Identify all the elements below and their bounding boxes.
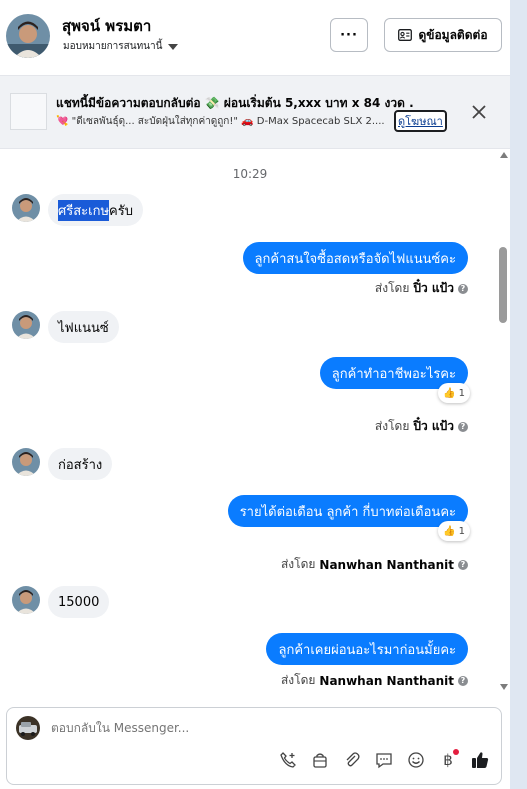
page-avatar (16, 716, 40, 740)
incoming-message[interactable]: ก่อสร้าง (48, 448, 113, 480)
message-thread: 10:29 ศรีสะเกษ ครับ ลูกค้าสนใจซื้อสดหรือจ… (0, 148, 510, 696)
side-strip (510, 0, 527, 789)
contact-name[interactable]: สุพจน์ พรมตา (62, 14, 151, 38)
message-text: รายได้ต่อเดือน ลูกค้า กี่บาทต่อเดือนคะ (239, 504, 456, 520)
baht-icon[interactable]: ฿ (437, 749, 459, 771)
outgoing-message[interactable]: รายได้ต่อเดือน ลูกค้า กี่บาทต่อเดือนคะ (227, 495, 468, 527)
reaction-badge[interactable]: 👍 1 (438, 383, 470, 403)
selected-text: ศรีสะเกษ (58, 199, 110, 221)
reply-input[interactable] (51, 721, 351, 735)
outgoing-message[interactable]: ลูกค้าสนใจซื้อสดหรือจัดไฟแนนซ์คะ (242, 242, 468, 274)
sent-by-prefix: ส่งโดย (280, 557, 316, 571)
message-text: ลูกค้าเคยผ่อนอะไรมาก่อนมั้ยคะ (278, 642, 456, 658)
sender-name: ปิ๋ว แป้ว (413, 419, 454, 433)
outgoing-message[interactable]: ลูกค้าเคยผ่อนอะไรมาก่อนมั้ยคะ (266, 633, 468, 665)
help-icon[interactable]: ? (458, 421, 468, 432)
scroll-up-arrow-icon[interactable] (500, 152, 508, 158)
notification-dot (453, 749, 459, 755)
message-text: ไฟแนนซ์ (58, 320, 109, 336)
contact-avatar[interactable] (6, 14, 50, 58)
sender-avatar[interactable] (12, 586, 40, 614)
sent-by-label: ส่งโดย Nanwhan Nanthanit ? (281, 671, 468, 690)
sent-by-label: ส่งโดย Nanwhan Nanthanit ? (281, 555, 468, 574)
view-ad-link[interactable]: ดูโฆษณา (394, 110, 447, 132)
paperclip-icon[interactable] (341, 749, 363, 771)
message-text: ลูกค้าสนใจซื้อสดหรือจัดไฟแนนซ์คะ (254, 251, 456, 267)
scroll-down-arrow-icon[interactable] (500, 684, 508, 690)
help-icon[interactable]: ? (458, 559, 468, 570)
scrollbar-thumb[interactable] (499, 247, 507, 323)
sent-by-label: ส่งโดย ปิ๋ว แป้ว ? (375, 279, 468, 298)
sender-avatar[interactable] (12, 448, 40, 476)
conversation-header: สุพจน์ พรมตา มอบหมายการสนทนานี้ ··· ดูข้… (0, 0, 510, 73)
incoming-message[interactable]: ไฟแนนซ์ (48, 311, 119, 343)
incoming-message[interactable]: ศรีสะเกษ ครับ (48, 194, 143, 226)
thumbs-up-emoji-icon: 👍 (443, 387, 456, 399)
reaction-count: 1 (458, 525, 465, 537)
sent-by-label: ส่งโดย ปิ๋ว แป้ว ? (375, 417, 468, 436)
phone-plus-icon[interactable] (277, 749, 299, 771)
timestamp: 10:29 (232, 167, 268, 181)
close-icon[interactable] (470, 103, 488, 121)
assign-label: มอบหมายการสนทนานี้ (63, 41, 163, 52)
sent-by-prefix: ส่งโดย (374, 281, 410, 295)
sent-by-prefix: ส่งโดย (374, 419, 410, 433)
chat-bubble-icon[interactable] (373, 749, 395, 771)
ad-subtitle: 💘 "ดีเซลพันธุ์ดุ... สะบัดฝุ่นใส่ทุกค่าดู… (56, 116, 385, 127)
caret-down-icon (168, 43, 179, 50)
sender-name: Nanwhan Nanthanit (319, 673, 454, 688)
composer-toolbar: ฿ (277, 749, 491, 771)
contact-info-button[interactable]: ดูข้อมูลติดต่อ (384, 18, 502, 52)
message-text: ก่อสร้าง (58, 457, 103, 473)
sent-by-prefix: ส่งโดย (280, 673, 316, 687)
more-options-button[interactable]: ··· (330, 18, 368, 52)
sender-avatar[interactable] (12, 311, 40, 339)
message-text: 15000 (58, 594, 100, 610)
sender-name: Nanwhan Nanthanit (319, 557, 454, 572)
incoming-message[interactable]: 15000 (48, 586, 110, 618)
ad-thumbnail (10, 93, 47, 130)
ad-title: แชทนี้มีข้อความตอบกลับต่อ 💸 ผ่อนเริ่มต้น… (56, 96, 414, 110)
message-scrollbar[interactable] (497, 150, 509, 693)
more-icon: ··· (340, 27, 358, 43)
message-text: ลูกค้าทำอาชีพอะไรคะ (331, 366, 456, 382)
assign-conversation-dropdown[interactable]: มอบหมายการสนทนานี้ (63, 39, 179, 54)
sender-avatar[interactable] (12, 194, 40, 222)
help-icon[interactable]: ? (458, 675, 468, 686)
thumbs-up-emoji-icon: 👍 (443, 525, 456, 537)
ad-reply-banner: แชทนี้มีข้อความตอบกลับต่อ 💸 ผ่อนเริ่มต้น… (0, 75, 510, 149)
message-composer: ฿ (6, 707, 502, 785)
reaction-count: 1 (458, 387, 465, 399)
thumbs-up-icon[interactable] (469, 749, 491, 771)
contact-card-icon (398, 29, 413, 41)
contact-info-label: ดูข้อมูลติดต่อ (418, 27, 488, 42)
help-icon[interactable]: ? (458, 283, 468, 294)
reaction-badge[interactable]: 👍 1 (438, 521, 470, 541)
smile-icon[interactable] (405, 749, 427, 771)
message-text: ครับ (109, 203, 133, 219)
bag-icon[interactable] (309, 749, 331, 771)
sender-name: ปิ๋ว แป้ว (413, 281, 454, 295)
